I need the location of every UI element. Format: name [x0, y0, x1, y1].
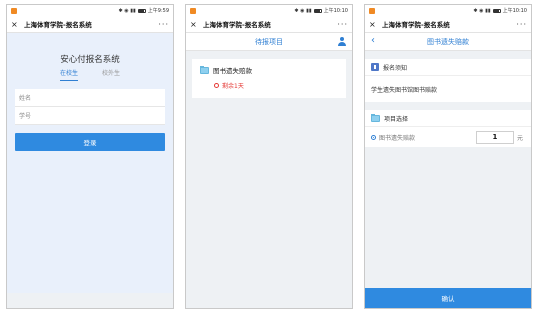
app-title: 上海体育学院-报名系统 [203, 21, 271, 29]
tab-off-campus[interactable]: 校外生 [102, 68, 120, 81]
app-notification-icon [369, 7, 375, 14]
notice-text: 学生遗失图书馆图书赔款 [371, 86, 438, 94]
login-form: 姓名 学号 [15, 89, 165, 125]
item-selection-section: 项目选择 图书遗失赔款 1 元 [365, 110, 531, 147]
notice-heading: 报名须知 [383, 64, 408, 72]
more-menu-icon[interactable]: ··· [516, 20, 527, 29]
pending-item-card[interactable]: 图书遗失赔款 剩余1天 [192, 59, 346, 98]
login-panel: 安心付报名系统 在校生 校外生 姓名 学号 登录 [7, 33, 173, 293]
status-time: 上午9:59 [147, 8, 169, 14]
battery-icon [492, 8, 501, 13]
item-label: 图书遗失赔款 [379, 134, 416, 142]
student-id-field[interactable]: 学号 [15, 107, 165, 125]
close-icon[interactable]: × [369, 20, 379, 29]
status-time: 上午10:10 [502, 8, 527, 14]
page-title: 安心付报名系统 [60, 55, 120, 65]
name-field[interactable]: 姓名 [15, 89, 165, 107]
more-menu-icon[interactable]: ··· [158, 20, 169, 29]
back-icon[interactable]: ‹ [371, 35, 375, 46]
remaining-time: 剩余1天 [222, 83, 244, 90]
battery-icon [137, 8, 146, 13]
signal-icon: ✱ ◉ ▮▮ [294, 7, 312, 14]
app-title: 上海体育学院-报名系统 [24, 21, 92, 29]
status-bar: ✱ ◉ ▮▮ 上午9:59 [7, 5, 173, 16]
pending-items-screen: ✱ ◉ ▮▮ 上午10:10 × 上海体育学院-报名系统 ··· 待报项目 图书遗… [185, 4, 353, 309]
status-bar: ✱ ◉ ▮▮ 上午10:10 [365, 5, 531, 16]
folder-icon [371, 113, 380, 122]
page-title: 图书遗失赔款 [427, 37, 469, 46]
status-time: 上午10:10 [323, 8, 348, 14]
battery-icon [313, 8, 322, 13]
app-title-bar: × 上海体育学院-报名系统 ··· [365, 16, 531, 33]
item-title: 图书遗失赔款 [213, 67, 252, 75]
tab-on-campus[interactable]: 在校生 [59, 68, 78, 81]
login-button[interactable]: 登录 [15, 133, 165, 151]
app-title-bar: × 上海体育学院-报名系统 ··· [186, 16, 352, 33]
more-menu-icon[interactable]: ··· [337, 20, 348, 29]
notice-section: 报名须知 学生遗失图书馆图书赔款 [365, 59, 531, 102]
item-detail-screen: ✱ ◉ ▮▮ 上午10:10 × 上海体育学院-报名系统 ··· ‹ 图书遗失赔款… [364, 4, 532, 309]
clock-icon [214, 83, 219, 88]
app-notification-icon [190, 7, 196, 14]
close-icon[interactable]: × [190, 20, 200, 29]
signal-icon: ✱ ◉ ▮▮ [473, 7, 491, 14]
close-icon[interactable]: × [11, 20, 21, 29]
selection-heading: 项目选择 [384, 115, 409, 123]
user-icon[interactable] [338, 37, 346, 46]
currency-unit: 元 [516, 134, 523, 142]
student-type-tabs: 在校生 校外生 [7, 68, 173, 81]
app-title: 上海体育学院-报名系统 [382, 21, 450, 29]
app-notification-icon [11, 7, 17, 14]
app-title-bar: × 上海体育学院-报名系统 ··· [7, 16, 173, 33]
page-title: 待报项目 [255, 37, 283, 46]
status-bar: ✱ ◉ ▮▮ 上午10:10 [186, 5, 352, 16]
item-radio[interactable] [371, 134, 376, 140]
item-option[interactable]: 图书遗失赔款 1 元 [365, 127, 531, 147]
amount-input[interactable]: 1 [475, 130, 514, 144]
confirm-button[interactable]: 确认 [365, 288, 531, 308]
folder-icon [200, 65, 209, 74]
page-header: ‹ 图书遗失赔款 [365, 33, 531, 51]
signal-icon: ✱ ◉ ▮▮ [118, 7, 136, 14]
page-header: 待报项目 [186, 33, 352, 51]
login-screen: ✱ ◉ ▮▮ 上午9:59 × 上海体育学院-报名系统 ··· 安心付报名系统 在… [6, 4, 174, 309]
notice-icon [371, 63, 379, 71]
